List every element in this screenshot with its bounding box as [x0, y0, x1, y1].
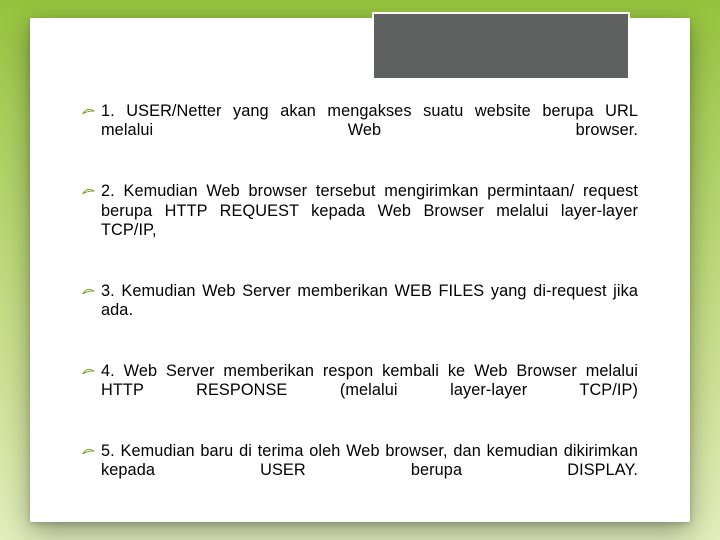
item-number: 3.	[101, 282, 115, 300]
item-body: Kemudian Web browser tersebut mengirimka…	[101, 182, 638, 239]
swish-bullet-icon	[82, 367, 95, 378]
swish-bullet-icon	[82, 187, 95, 198]
list-item: 1. USER/Netter yang akan mengakses suatu…	[82, 102, 638, 160]
list-item: 4. Web Server memberikan respon kembali …	[82, 362, 638, 420]
title-placeholder-rect	[372, 12, 630, 80]
item-body: Web Server memberikan respon kembali ke …	[101, 362, 638, 399]
slide-card: 1. USER/Netter yang akan mengakses suatu…	[30, 18, 690, 522]
item-body: Kemudian Web Server memberikan WEB FILES…	[101, 282, 638, 319]
item-body: Kemudian baru di terima oleh Web browser…	[101, 442, 638, 479]
slide-stage: 1. USER/Netter yang akan mengakses suatu…	[0, 0, 720, 540]
content-area: 1. USER/Netter yang akan mengakses suatu…	[82, 102, 638, 492]
list-item-text: 3. Kemudian Web Server memberikan WEB FI…	[101, 282, 638, 340]
list-item-text: 5. Kemudian baru di terima oleh Web brow…	[101, 442, 638, 500]
list-item-text: 2. Kemudian Web browser tersebut mengiri…	[101, 182, 638, 260]
list-item: 3. Kemudian Web Server memberikan WEB FI…	[82, 282, 638, 340]
item-number: 1.	[101, 102, 115, 120]
item-number: 4.	[101, 362, 115, 380]
item-body: USER/Netter yang akan mengakses suatu we…	[101, 102, 638, 139]
list-item: 2. Kemudian Web browser tersebut mengiri…	[82, 182, 638, 260]
list-item-text: 4. Web Server memberikan respon kembali …	[101, 362, 638, 420]
item-number: 2.	[101, 182, 115, 200]
list-item: 5. Kemudian baru di terima oleh Web brow…	[82, 442, 638, 500]
swish-bullet-icon	[82, 107, 95, 118]
list-item-text: 1. USER/Netter yang akan mengakses suatu…	[101, 102, 638, 160]
item-number: 5.	[101, 442, 115, 460]
swish-bullet-icon	[82, 447, 95, 458]
swish-bullet-icon	[82, 287, 95, 298]
